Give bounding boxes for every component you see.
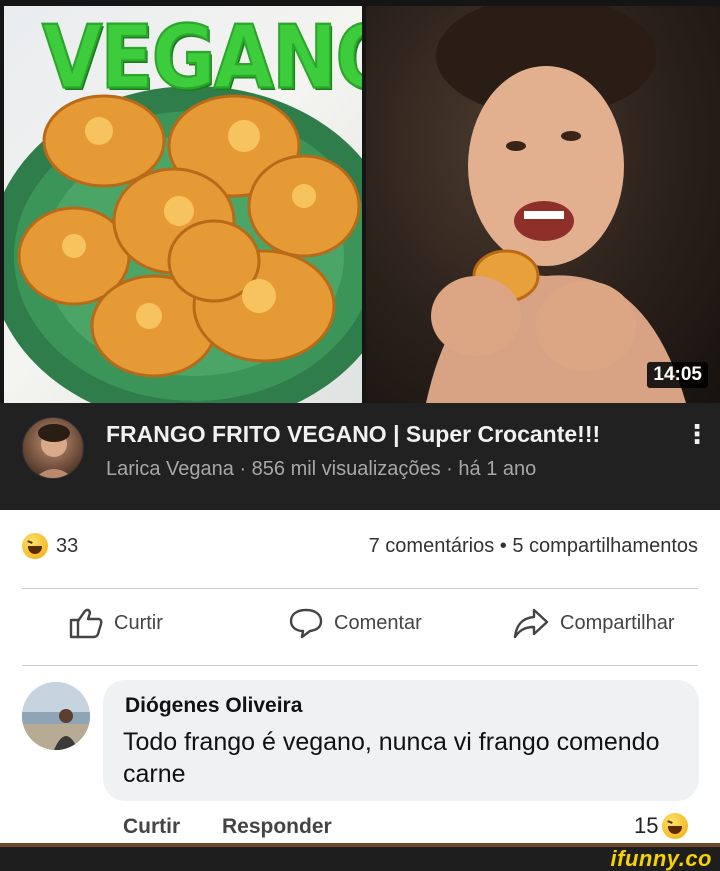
divider [22, 588, 698, 589]
comment-text: Todo frango é vegano, nunca vi frango co… [123, 728, 660, 788]
video-info-bar: FRANGO FRITO VEGANO | Super Crocante!!! … [0, 403, 720, 510]
comment-like-link[interactable]: Curtir [123, 815, 180, 839]
share-arrow-icon [513, 608, 549, 639]
like-button[interactable]: Curtir [68, 607, 163, 639]
comment-label: Comentar [334, 611, 422, 634]
comment-bubble: Diógenes Oliveira Todo frango é vegano, … [103, 680, 699, 801]
video-thumbnail[interactable]: VEGANO 14:05 [0, 0, 720, 403]
thumbnail-overlay-text: VEGANO [41, 7, 362, 110]
video-duration-badge: 14:05 [647, 362, 708, 388]
fried-food-image: VEGANO [4, 6, 362, 403]
share-label: Compartilhar [560, 611, 675, 634]
comment-author[interactable]: Diógenes Oliveira [125, 694, 302, 718]
channel-avatar[interactable] [22, 417, 84, 479]
more-options-icon[interactable]: ⋮ [684, 419, 710, 450]
comment-bubble-icon [289, 608, 323, 639]
person-eating-image [366, 6, 720, 403]
laughing-emoji-icon [662, 813, 689, 839]
reactions-summary[interactable]: 33 [22, 533, 78, 559]
reaction-count: 33 [56, 534, 79, 557]
commenter-avatar[interactable] [22, 682, 90, 750]
ifunny-watermark: ifunny.co [610, 846, 712, 871]
video-title[interactable]: FRANGO FRITO VEGANO | Super Crocante!!! [106, 421, 600, 448]
channel-avatar-image [35, 424, 73, 478]
person-illustration [426, 6, 686, 403]
comment-reply-link[interactable]: Responder [222, 815, 332, 839]
divider [22, 665, 698, 666]
laughing-emoji-icon [22, 533, 48, 559]
comment-reaction-count: 15 [634, 813, 659, 838]
comments-shares-summary[interactable]: 7 comentários • 5 compartilhamentos [369, 535, 698, 558]
thumbs-up-icon [69, 608, 103, 639]
video-meta: Larica Vegana · 856 mil visualizações · … [106, 458, 537, 480]
like-label: Curtir [114, 611, 163, 634]
share-button[interactable]: Compartilhar [512, 607, 674, 639]
comment-reactions[interactable]: 15 [634, 813, 689, 839]
commenter-avatar-image [22, 682, 90, 750]
comment-button[interactable]: Comentar [288, 607, 422, 639]
